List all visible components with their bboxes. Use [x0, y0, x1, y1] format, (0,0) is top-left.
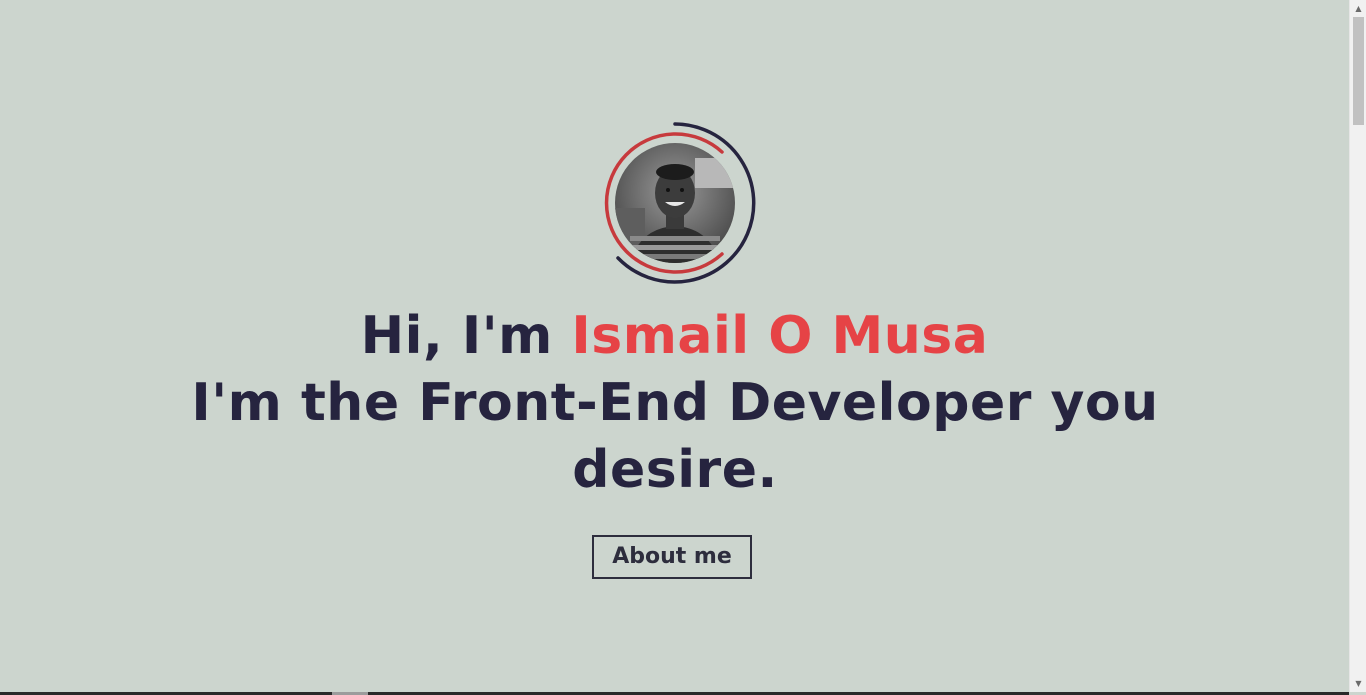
triangle-up-icon[interactable]: ▲	[1350, 0, 1366, 17]
viewport: Hi, I'm Ismail O Musa I'm the Front-End …	[0, 0, 1349, 692]
hero-name: Ismail O Musa	[571, 306, 989, 366]
hero-tagline: I'm the Front-End Developer you desire.	[191, 373, 1159, 500]
avatar	[600, 118, 760, 286]
hero-section: Hi, I'm Ismail O Musa I'm the Front-End …	[0, 0, 1349, 692]
about-me-button[interactable]: About me	[592, 535, 752, 579]
avatar-rings	[604, 122, 756, 284]
hero-greeting: Hi, I'm Ismail O Musa	[0, 303, 1349, 369]
scrollbar-thumb[interactable]	[1353, 17, 1364, 125]
triangle-down-icon[interactable]: ▼	[1350, 675, 1366, 692]
page: Hi, I'm Ismail O Musa I'm the Front-End …	[0, 0, 1366, 695]
vertical-scrollbar[interactable]: ▲ ▼	[1349, 0, 1366, 692]
greeting-text: Hi, I'm	[360, 306, 572, 366]
profile-photo	[615, 143, 735, 263]
